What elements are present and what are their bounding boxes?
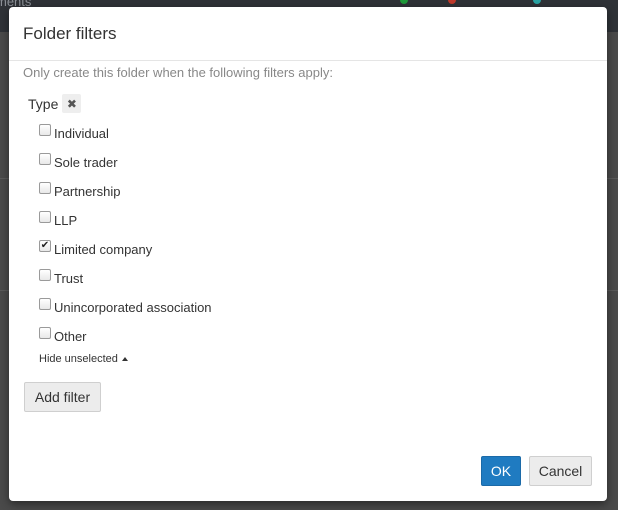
folder-filters-dialog: Folder filters Only create this folder w… <box>9 7 607 501</box>
option-individual[interactable]: Individual <box>39 122 109 141</box>
option-label: Sole trader <box>54 155 118 170</box>
hide-unselected-link[interactable]: Hide unselected <box>39 353 128 365</box>
option-label: LLP <box>54 213 78 228</box>
checkbox-trust[interactable] <box>39 269 51 281</box>
background-indicator-red <box>448 0 456 4</box>
option-label: Other <box>54 329 87 344</box>
checkbox-unincorporated-association[interactable] <box>39 298 51 310</box>
option-sole-trader[interactable]: Sole trader <box>39 151 118 170</box>
option-label: Unincorporated association <box>54 300 212 315</box>
caret-up-icon <box>121 357 128 361</box>
remove-filter-button[interactable]: ✖ <box>62 94 82 113</box>
close-icon: ✖ <box>66 96 77 111</box>
checkbox-other[interactable] <box>39 327 51 339</box>
type-filter-label: Type <box>28 95 59 112</box>
option-label: Trust <box>54 271 84 286</box>
background-indicator-teal <box>533 0 541 4</box>
checkbox-partnership[interactable] <box>39 182 51 194</box>
option-partnership[interactable]: Partnership <box>39 180 120 199</box>
option-label: Individual <box>54 126 109 141</box>
dialog-header: Folder filters <box>9 7 607 61</box>
checkbox-sole-trader[interactable] <box>39 153 51 165</box>
option-label: Partnership <box>54 184 121 199</box>
hide-unselected-label: Hide unselected <box>39 353 118 365</box>
option-other[interactable]: Other <box>39 325 87 344</box>
checkbox-limited-company[interactable]: ✔ <box>39 240 51 252</box>
ok-button[interactable]: OK <box>481 456 521 486</box>
option-trust[interactable]: Trust <box>39 267 83 286</box>
dialog-title: Folder filters <box>23 24 117 43</box>
checkbox-llp[interactable] <box>39 211 51 223</box>
checkbox-individual[interactable] <box>39 124 51 136</box>
filter-hint-text: Only create this folder when the followi… <box>23 65 333 80</box>
option-limited-company[interactable]: ✔ Limited company <box>39 238 152 257</box>
cancel-button[interactable]: Cancel <box>529 456 592 486</box>
add-filter-button[interactable]: Add filter <box>24 382 101 412</box>
option-unincorporated-association[interactable]: Unincorporated association <box>39 296 212 315</box>
background-indicator-green <box>400 0 408 4</box>
option-label: Limited company <box>54 242 153 257</box>
option-llp[interactable]: LLP <box>39 209 77 228</box>
type-filter-header: Type ✖ <box>28 94 82 113</box>
